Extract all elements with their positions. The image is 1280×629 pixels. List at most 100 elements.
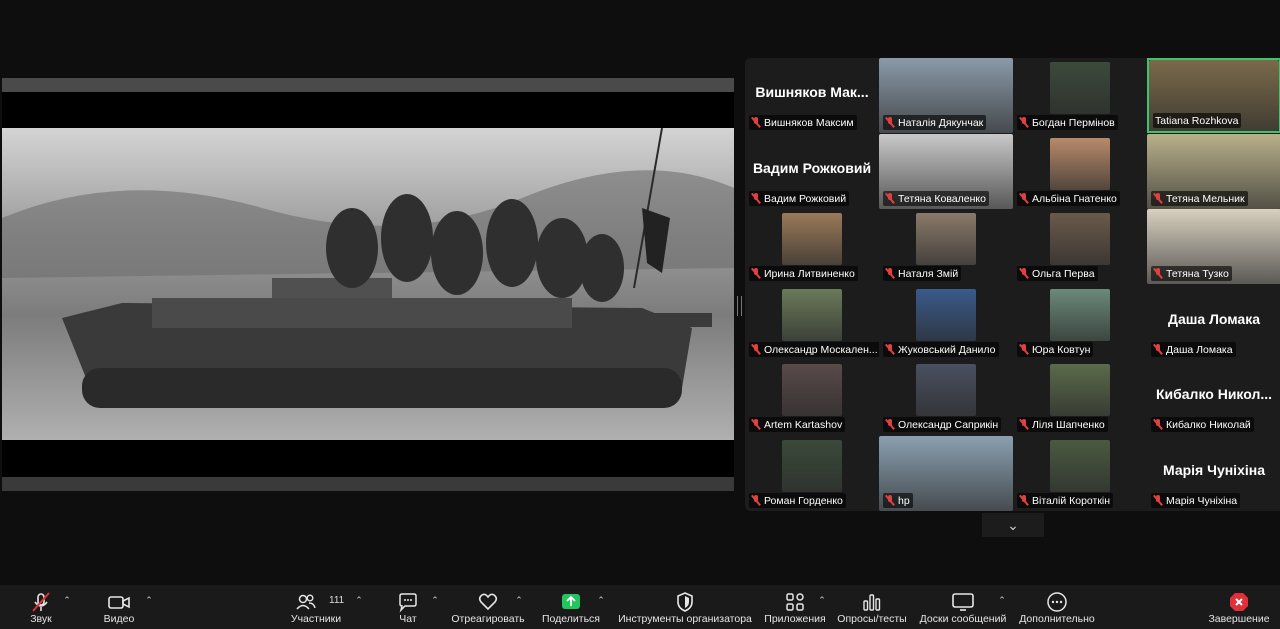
participant-name-bar: Ирина Литвиненко bbox=[749, 266, 858, 281]
host-tools-button[interactable]: Инструменты организатора bbox=[616, 585, 754, 629]
participant-tile[interactable]: Богдан Пермінов bbox=[1013, 58, 1147, 133]
participants-gallery: Вишняков Мак... Вишняков Максим Наталія Дя… bbox=[745, 58, 1280, 511]
polls-icon bbox=[861, 589, 883, 615]
audio-options-caret[interactable]: ⌃ bbox=[62, 596, 72, 605]
participant-name-bar: Тетяна Мельник bbox=[1151, 191, 1248, 206]
mic-muted-icon bbox=[1019, 419, 1029, 430]
participant-tile[interactable]: Юра Ковтун bbox=[1013, 285, 1147, 360]
chat-label: Чат bbox=[399, 613, 417, 625]
mic-muted-icon bbox=[1153, 419, 1163, 430]
participant-display-name: Даша Ломака bbox=[1167, 311, 1261, 327]
share-button[interactable]: Поделиться bbox=[540, 585, 602, 629]
participant-tile[interactable]: Альбіна Гнатенко bbox=[1013, 134, 1147, 209]
participant-display-name: Марія Чуніхіна bbox=[1162, 462, 1265, 478]
video-button[interactable]: Видео bbox=[98, 585, 140, 629]
participant-name-bar: Наталя Змій bbox=[883, 266, 962, 281]
apps-button[interactable]: Приложения bbox=[762, 585, 828, 629]
more-icon bbox=[1046, 589, 1068, 615]
participant-name: Тетяна Мельник bbox=[1166, 192, 1245, 205]
mic-muted-icon bbox=[751, 268, 761, 279]
mic-muted-icon bbox=[1019, 344, 1029, 355]
end-meeting-button[interactable]: Завершение bbox=[1206, 585, 1272, 629]
participant-name: hp bbox=[898, 494, 910, 507]
participant-tile[interactable]: Кибалко Никол... Кибалко Николай bbox=[1147, 360, 1280, 435]
participant-display-name: Вишняков Мак... bbox=[755, 84, 869, 100]
participant-tile[interactable]: Ліля Шапченко bbox=[1013, 360, 1147, 435]
participant-tile[interactable]: Жуковський Данило bbox=[879, 285, 1013, 360]
meeting-toolbar: Звук ⌃ Видео ⌃ Участники 111 ⌃ Чат ⌃ Отр… bbox=[0, 585, 1280, 629]
shared-screen bbox=[2, 78, 734, 491]
apps-options-caret[interactable]: ⌃ bbox=[817, 596, 827, 605]
gallery-expand-button[interactable]: ⌄ bbox=[982, 513, 1044, 537]
participant-video bbox=[1050, 289, 1110, 341]
mic-muted-icon bbox=[885, 419, 895, 430]
more-button[interactable]: Дополнительно bbox=[1014, 585, 1100, 629]
participant-tile[interactable]: Ирина Литвиненко bbox=[745, 209, 879, 284]
participant-tile[interactable]: Artem Kartashov bbox=[745, 360, 879, 435]
mic-muted-icon bbox=[751, 419, 761, 430]
participant-name-bar: Кибалко Николай bbox=[1151, 417, 1254, 432]
participant-name: Даша Ломака bbox=[1166, 343, 1233, 356]
shared-screen-top-bar bbox=[2, 78, 734, 92]
video-options-caret[interactable]: ⌃ bbox=[144, 596, 154, 605]
participant-name-bar: Марія Чуніхіна bbox=[1151, 493, 1241, 508]
participant-name-bar: Роман Горденко bbox=[749, 493, 846, 508]
participant-name: Юра Ковтун bbox=[1032, 343, 1091, 356]
participant-tile[interactable]: Олександр Москален... bbox=[745, 285, 879, 360]
participants-button[interactable]: Участники bbox=[288, 585, 344, 629]
participant-tile[interactable]: Tatiana Rozhkova bbox=[1147, 58, 1280, 133]
react-options-caret[interactable]: ⌃ bbox=[514, 596, 524, 605]
participant-name-bar: Artem Kartashov bbox=[749, 417, 846, 432]
participant-tile[interactable]: Вадим Рожковий Вадим Рожковий bbox=[745, 134, 879, 209]
audio-button[interactable]: Звук bbox=[22, 585, 60, 629]
participant-video bbox=[1050, 138, 1110, 190]
participant-tile[interactable]: hp bbox=[879, 436, 1013, 511]
polls-button[interactable]: Опросы/тесты bbox=[836, 585, 908, 629]
whiteboards-button[interactable]: Доски сообщений bbox=[916, 585, 1010, 629]
chat-button[interactable]: Чат bbox=[392, 585, 424, 629]
armored-vehicle-image bbox=[2, 128, 734, 440]
mic-muted-icon bbox=[751, 193, 761, 204]
mic-muted-icon bbox=[1153, 495, 1163, 506]
react-button[interactable]: Отреагировать bbox=[450, 585, 526, 629]
mic-muted-icon bbox=[751, 344, 761, 355]
participant-tile[interactable]: Даша Ломака Даша Ломака bbox=[1147, 285, 1280, 360]
participant-name: Tatiana Rozhkova bbox=[1155, 114, 1239, 127]
participant-tile[interactable]: Наталія Дякунчак bbox=[879, 58, 1013, 133]
participant-name-bar: Юра Ковтун bbox=[1017, 342, 1094, 357]
whiteboards-options-caret[interactable]: ⌃ bbox=[997, 596, 1007, 605]
participant-tile[interactable]: Тетяна Тузко bbox=[1147, 209, 1280, 284]
participant-video bbox=[1050, 364, 1110, 416]
participants-options-caret[interactable]: ⌃ bbox=[354, 596, 364, 605]
participant-tile[interactable]: Наталя Змій bbox=[879, 209, 1013, 284]
shared-video-frame bbox=[2, 128, 734, 440]
panel-splitter-handle[interactable] bbox=[737, 296, 742, 316]
polls-label: Опросы/тесты bbox=[837, 613, 907, 625]
participant-name: Ольга Перва bbox=[1032, 267, 1095, 280]
end-icon bbox=[1228, 589, 1250, 615]
participant-tile[interactable]: Роман Горденко bbox=[745, 436, 879, 511]
participant-video bbox=[916, 213, 976, 265]
participant-name-bar: Тетяна Тузко bbox=[1151, 266, 1232, 281]
shared-screen-bottom-bar bbox=[2, 477, 734, 491]
share-options-caret[interactable]: ⌃ bbox=[596, 596, 606, 605]
chevron-down-icon: ⌄ bbox=[1007, 516, 1019, 533]
mic-muted-icon bbox=[751, 117, 761, 128]
participant-name-bar: Альбіна Гнатенко bbox=[1017, 191, 1120, 206]
apps-label: Приложения bbox=[764, 613, 826, 625]
participant-name: Марія Чуніхіна bbox=[1166, 494, 1238, 507]
participant-video bbox=[1050, 440, 1110, 492]
participant-tile[interactable]: Тетяна Коваленко bbox=[879, 134, 1013, 209]
participant-tile[interactable]: Ольга Перва bbox=[1013, 209, 1147, 284]
share-label: Поделиться bbox=[542, 613, 600, 625]
participant-tile[interactable]: Вишняков Мак... Вишняков Максим bbox=[745, 58, 879, 133]
participant-tile[interactable]: Олександр Саприкін bbox=[879, 360, 1013, 435]
mic-muted-icon bbox=[1019, 495, 1029, 506]
chat-options-caret[interactable]: ⌃ bbox=[430, 596, 440, 605]
apps-icon bbox=[784, 589, 806, 615]
participant-video bbox=[916, 364, 976, 416]
participant-tile[interactable]: Віталій Короткін bbox=[1013, 436, 1147, 511]
participant-tile[interactable]: Тетяна Мельник bbox=[1147, 134, 1280, 209]
participant-tile[interactable]: Марія Чуніхіна Марія Чуніхіна bbox=[1147, 436, 1280, 511]
participant-name: Наталя Змій bbox=[898, 267, 959, 280]
